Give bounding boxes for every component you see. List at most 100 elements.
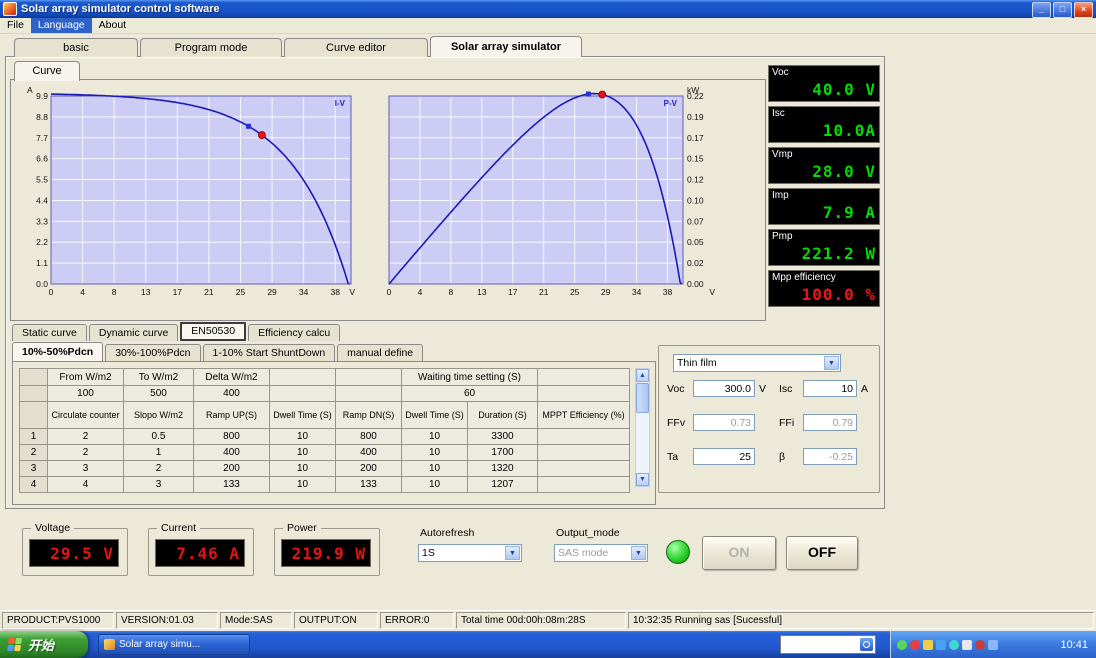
- tab-program-mode[interactable]: Program mode: [140, 38, 282, 57]
- output-mode-select[interactable]: SAS mode ▼: [554, 544, 648, 562]
- tab-static-curve[interactable]: Static curve: [12, 324, 87, 341]
- cell[interactable]: 2: [47, 428, 124, 445]
- svg-text:25: 25: [570, 287, 580, 297]
- ta-field[interactable]: [693, 448, 755, 465]
- cell[interactable]: 1700: [467, 444, 538, 461]
- taskbar-clock: 10:41: [1060, 638, 1088, 651]
- cell[interactable]: 10: [269, 476, 336, 493]
- minimize-button[interactable]: _: [1032, 2, 1051, 18]
- scrollbar-thumb[interactable]: [636, 383, 649, 413]
- pmp-meter: Pmp 221.2 W: [768, 229, 880, 266]
- tray-icon[interactable]: [936, 639, 946, 650]
- taskbar: 开始 Solar array simu... 10:41: [0, 631, 1096, 658]
- isc-meter: Isc 10.0A: [768, 106, 880, 143]
- col-header-dwell-2: Dwell Time (S): [401, 401, 468, 429]
- cell[interactable]: 200: [335, 460, 402, 477]
- taskbar-search[interactable]: [780, 635, 876, 654]
- cell[interactable]: [537, 460, 630, 477]
- table-corner: [19, 368, 48, 386]
- tab-curve[interactable]: Curve: [14, 61, 80, 81]
- close-button[interactable]: ×: [1074, 2, 1093, 18]
- tray-icon[interactable]: [923, 639, 933, 650]
- tab-en50530[interactable]: EN50530: [180, 322, 247, 341]
- cell-to[interactable]: 500: [123, 385, 194, 402]
- cell[interactable]: 10: [269, 444, 336, 461]
- tab-curve-editor[interactable]: Curve editor: [284, 38, 428, 57]
- tab-efficiency-calcu[interactable]: Efficiency calcu: [248, 324, 341, 341]
- tray-icon[interactable]: [910, 639, 920, 650]
- cell[interactable]: 3: [123, 476, 194, 493]
- chevron-down-icon[interactable]: ▼: [824, 356, 839, 370]
- cell[interactable]: 200: [193, 460, 270, 477]
- tray-icon[interactable]: [962, 639, 972, 650]
- system-tray: 10:41: [890, 631, 1096, 658]
- cell-delta[interactable]: 400: [193, 385, 270, 402]
- scroll-up-icon[interactable]: ▲: [636, 369, 649, 382]
- tab-start-shuntdown[interactable]: 1-10% Start ShuntDown: [202, 344, 336, 361]
- isc-param-field[interactable]: [803, 380, 857, 397]
- cell[interactable]: 800: [193, 428, 270, 445]
- search-icon[interactable]: [860, 638, 873, 651]
- scroll-down-icon[interactable]: ▼: [636, 473, 649, 486]
- cell[interactable]: 1: [123, 444, 194, 461]
- tab-30-100-pdcn[interactable]: 30%-100%Pdcn: [105, 344, 201, 361]
- tab-basic[interactable]: basic: [14, 38, 138, 57]
- cell[interactable]: 400: [335, 444, 402, 461]
- cell[interactable]: 2: [47, 444, 124, 461]
- tray-icon[interactable]: [897, 639, 907, 650]
- iv-chart: 0 4 8 13 17 21 25 29 34 38 9.9 8.8 7.7 6.6 5.5 4.4 3.3 2.…: [27, 85, 355, 297]
- cell[interactable]: 10: [401, 460, 468, 477]
- ffv-field[interactable]: [693, 414, 755, 431]
- chevron-down-icon[interactable]: ▼: [631, 546, 646, 560]
- start-button[interactable]: 开始: [0, 631, 88, 658]
- menu-about[interactable]: About: [92, 18, 133, 33]
- cell[interactable]: 3: [47, 460, 124, 477]
- autorefresh-value: 1S: [422, 547, 435, 559]
- cell[interactable]: 1320: [467, 460, 538, 477]
- cell[interactable]: 1207: [467, 476, 538, 493]
- off-button[interactable]: OFF: [786, 536, 858, 570]
- table-scrollbar[interactable]: ▲ ▼: [635, 368, 650, 487]
- cell[interactable]: 10: [269, 428, 336, 445]
- voltage-label: Voltage: [31, 522, 75, 534]
- cell-waiting-time[interactable]: 60: [401, 385, 538, 402]
- cell[interactable]: 10: [269, 460, 336, 477]
- taskbar-task-button[interactable]: Solar array simu...: [98, 634, 250, 655]
- cell[interactable]: 800: [335, 428, 402, 445]
- maximize-button[interactable]: □: [1053, 2, 1072, 18]
- cell[interactable]: 400: [193, 444, 270, 461]
- module-type-select[interactable]: Thin film ▼: [673, 354, 841, 372]
- blank-cell: [269, 368, 336, 386]
- row-number: 1: [19, 428, 48, 445]
- cell[interactable]: 3300: [467, 428, 538, 445]
- cell[interactable]: 10: [401, 476, 468, 493]
- menu-file[interactable]: File: [0, 18, 31, 33]
- cell[interactable]: 0.5: [123, 428, 194, 445]
- window-title: Solar array simulator control software: [21, 3, 220, 15]
- beta-field[interactable]: [803, 448, 857, 465]
- autorefresh-select[interactable]: 1S ▼: [418, 544, 522, 562]
- cell[interactable]: 133: [193, 476, 270, 493]
- cell[interactable]: 2: [123, 460, 194, 477]
- cell[interactable]: 10: [401, 444, 468, 461]
- tab-10-50-pdcn[interactable]: 10%-50%Pdcn: [12, 342, 104, 361]
- cell[interactable]: [537, 476, 630, 493]
- tab-solar-array-simulator[interactable]: Solar array simulator: [430, 36, 582, 57]
- cell[interactable]: 133: [335, 476, 402, 493]
- voc-param-field[interactable]: [693, 380, 755, 397]
- tray-icon[interactable]: [949, 639, 959, 650]
- tray-icon[interactable]: [988, 639, 998, 650]
- cell[interactable]: 10: [401, 428, 468, 445]
- cell[interactable]: [537, 428, 630, 445]
- taskbar-search-input[interactable]: [781, 637, 860, 652]
- chevron-down-icon[interactable]: ▼: [505, 546, 520, 560]
- ffi-field[interactable]: [803, 414, 857, 431]
- on-button[interactable]: ON: [702, 536, 776, 570]
- cell[interactable]: [537, 444, 630, 461]
- tab-dynamic-curve[interactable]: Dynamic curve: [88, 324, 179, 341]
- tray-icon[interactable]: [975, 639, 985, 650]
- tab-manual-define[interactable]: manual define: [337, 344, 424, 361]
- menu-language[interactable]: Language: [30, 18, 92, 33]
- cell-from[interactable]: 100: [47, 385, 124, 402]
- cell[interactable]: 4: [47, 476, 124, 493]
